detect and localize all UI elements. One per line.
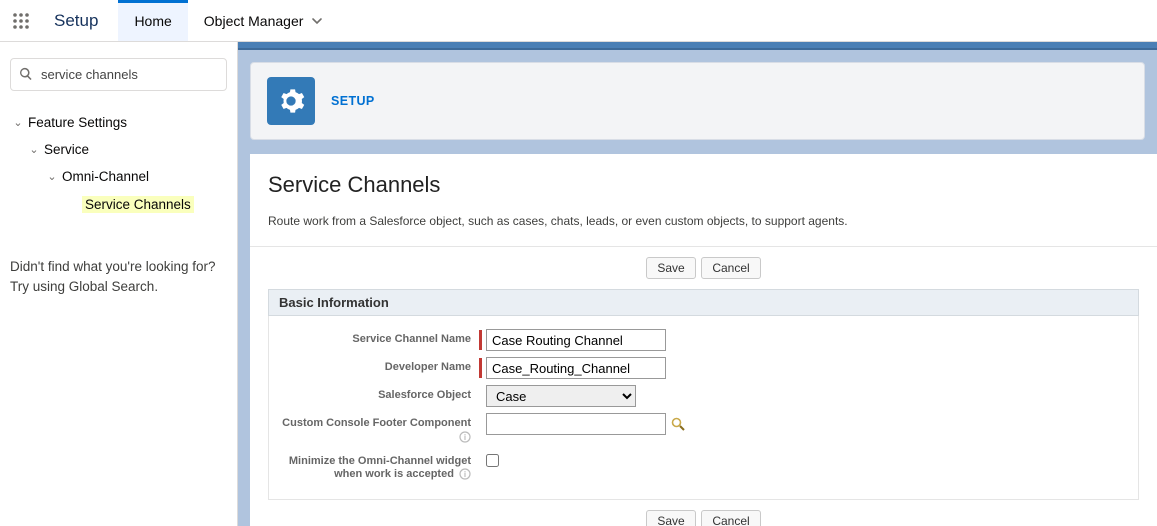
form-area: Save Cancel Basic Information Service Ch… xyxy=(250,246,1157,526)
gear-icon xyxy=(277,87,305,115)
row-salesforce-object: Salesforce Object Case xyxy=(269,382,1138,410)
row-custom-footer: Custom Console Footer Component i xyxy=(269,410,1138,448)
caret-down-icon: ⌄ xyxy=(46,170,58,183)
input-developer-name[interactable] xyxy=(486,357,666,379)
app-launcher-button[interactable] xyxy=(0,0,42,41)
tree-label-highlighted: Service Channels xyxy=(82,196,194,213)
quick-find-container xyxy=(10,58,227,91)
global-header: Setup Home Object Manager xyxy=(0,0,1157,42)
tree-label: Omni-Channel xyxy=(62,169,149,184)
input-service-channel-name[interactable] xyxy=(486,329,666,351)
tab-object-manager-label: Object Manager xyxy=(204,13,304,29)
content-card: Service Channels Route work from a Sales… xyxy=(250,154,1157,526)
tree-service-channels[interactable]: Service Channels xyxy=(10,190,227,219)
page-header-eyebrow: SETUP xyxy=(331,94,375,108)
caret-down-icon: ⌄ xyxy=(28,143,40,156)
required-indicator xyxy=(479,330,482,350)
required-indicator xyxy=(479,358,482,378)
help-icon[interactable]: i xyxy=(459,468,471,480)
svg-text:i: i xyxy=(464,433,466,442)
save-button-bottom[interactable]: Save xyxy=(646,510,695,526)
label-service-channel-name: Service Channel Name xyxy=(269,329,479,347)
waffle-icon xyxy=(12,12,30,30)
tree-label: Service xyxy=(44,142,89,157)
chevron-down-icon xyxy=(311,15,323,27)
section-basic-information: Basic Information xyxy=(268,289,1139,316)
tab-object-manager[interactable]: Object Manager xyxy=(188,0,340,41)
label-salesforce-object: Salesforce Object xyxy=(269,385,479,403)
row-minimize-widget: Minimize the Omni-Channel widget when wo… xyxy=(269,448,1138,486)
caret-down-icon: ⌄ xyxy=(12,116,24,129)
setup-sidebar: ⌄ Feature Settings ⌄ Service ⌄ Omni-Chan… xyxy=(0,42,238,526)
page-header: SETUP xyxy=(250,62,1145,140)
app-name-label: Setup xyxy=(42,0,118,41)
svg-text:i: i xyxy=(464,470,466,479)
tree-omni-channel[interactable]: ⌄ Omni-Channel xyxy=(10,163,227,190)
save-button[interactable]: Save xyxy=(646,257,695,279)
search-icon xyxy=(19,67,33,81)
label-developer-name: Developer Name xyxy=(269,357,479,375)
row-service-channel-name: Service Channel Name xyxy=(269,326,1138,354)
decorative-strip xyxy=(238,42,1157,50)
bottom-button-row: Save Cancel xyxy=(268,500,1139,526)
input-custom-footer[interactable] xyxy=(486,413,666,435)
hint-line-2: Try using Global Search. xyxy=(10,277,227,297)
hint-line-1: Didn't find what you're looking for? xyxy=(10,257,227,277)
help-icon[interactable]: i xyxy=(459,431,471,443)
row-developer-name: Developer Name xyxy=(269,354,1138,382)
label-minimize-widget: Minimize the Omni-Channel widget when wo… xyxy=(269,451,479,483)
top-button-row: Save Cancel xyxy=(268,247,1139,289)
form-body: Service Channel Name Developer Name xyxy=(268,316,1139,500)
main-content: SETUP Service Channels Route work from a… xyxy=(238,42,1157,526)
tree-feature-settings[interactable]: ⌄ Feature Settings xyxy=(10,109,227,136)
select-salesforce-object[interactable]: Case xyxy=(486,385,636,407)
setup-gear-tile xyxy=(267,77,315,125)
page-description: Route work from a Salesforce object, suc… xyxy=(250,214,1157,246)
tree-service[interactable]: ⌄ Service xyxy=(10,136,227,163)
tree-label: Feature Settings xyxy=(28,115,127,130)
page-title: Service Channels xyxy=(250,172,1157,214)
quick-find-input[interactable] xyxy=(10,58,227,91)
lookup-icon[interactable] xyxy=(670,416,686,432)
setup-tree: ⌄ Feature Settings ⌄ Service ⌄ Omni-Chan… xyxy=(10,109,227,219)
tab-home[interactable]: Home xyxy=(118,0,187,41)
global-search-hint: Didn't find what you're looking for? Try… xyxy=(10,257,227,296)
cancel-button[interactable]: Cancel xyxy=(701,257,760,279)
checkbox-minimize-widget[interactable] xyxy=(486,454,499,467)
cancel-button-bottom[interactable]: Cancel xyxy=(701,510,760,526)
label-custom-footer: Custom Console Footer Component i xyxy=(269,413,479,445)
